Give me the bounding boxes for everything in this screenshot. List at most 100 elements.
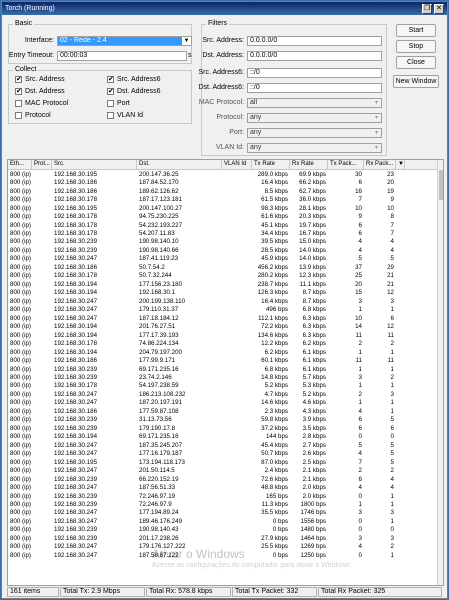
collect-dst-address-checkbox[interactable]: ✔ Dst. Address bbox=[15, 88, 65, 95]
filter-dst-address-input[interactable]: 0.0.0.0/0 bbox=[247, 51, 382, 61]
table-row[interactable]: 800 (ip) 192.168.30.247 189.46.176.249 0 bp… bbox=[8, 517, 439, 525]
table-row[interactable]: 800 (ip) 192.168.30.178 54.207.11.83 34.4 k… bbox=[8, 229, 439, 237]
table-row[interactable]: 800 (ip) 192.168.30.195 173.194.118.173 87.… bbox=[8, 458, 439, 466]
table-row[interactable]: 800 (ip) 192.168.30.247 187.41.119.23 45.9 … bbox=[8, 255, 439, 263]
table-row[interactable]: 800 (ip) 192.168.30.194 177.17.39.193 134.6… bbox=[8, 331, 439, 339]
col-src[interactable]: Src. bbox=[52, 160, 137, 170]
table-row[interactable]: 800 (ip) 192.168.30.178 54.232.193.227 45.1… bbox=[8, 221, 439, 229]
table-row[interactable]: 800 (ip) 192.168.30.178 187.17.123.181 61.5… bbox=[8, 195, 439, 203]
column-menu-icon[interactable]: ▼ bbox=[396, 160, 405, 170]
scrollbar-thumb[interactable] bbox=[439, 170, 443, 200]
start-button[interactable]: Start bbox=[396, 24, 436, 37]
dropdown-arrow-icon[interactable]: ▾ bbox=[372, 99, 381, 107]
table-row[interactable]: 800 (ip) 192.168.30.186 50.7.54.2 456.2 kbp… bbox=[8, 263, 439, 271]
cell-rx-rate: 6.2 kbps bbox=[302, 340, 326, 348]
cell-dst: 69.171.235.16 bbox=[139, 365, 179, 373]
collect-src-address-checkbox[interactable]: ✔ Src. Address bbox=[15, 76, 65, 83]
cell-tx-packets: 3 bbox=[358, 373, 362, 381]
table-row[interactable]: 800 (ip) 192.168.30.247 187.56.51.33 48.8 k… bbox=[8, 483, 439, 491]
interface-select[interactable]: 02 - Rede - 2.4 ▼ bbox=[57, 36, 192, 46]
table-row[interactable]: 800 (ip) 192.168.30.178 74.86.224.134 12.2 … bbox=[8, 339, 439, 347]
filter-protocol-select[interactable]: any ▾ bbox=[247, 113, 382, 123]
table-row[interactable]: 800 (ip) 192.168.30.239 201.17.238.26 27.9 … bbox=[8, 534, 439, 542]
table-row[interactable]: 800 (ip) 192.168.30.186 189.62.126.62 8.5 k… bbox=[8, 187, 439, 195]
col-protocol[interactable]: Prot... bbox=[32, 160, 52, 170]
table-row[interactable]: 800 (ip) 192.168.30.239 66.220.152.19 72.6 … bbox=[8, 475, 439, 483]
close-button[interactable]: Close bbox=[396, 56, 436, 69]
collect-port-checkbox[interactable]: Port bbox=[107, 100, 130, 107]
table-row[interactable]: 800 (ip) 192.168.30.247 187.18.184.12 112.1… bbox=[8, 314, 439, 322]
dropdown-arrow-icon[interactable]: ▾ bbox=[372, 144, 381, 152]
table-row[interactable]: 800 (ip) 192.168.30.247 187.35.245.207 45.4… bbox=[8, 441, 439, 449]
table-row[interactable]: 800 (ip) 192.168.30.239 23.74.2.146 14.8 kb… bbox=[8, 373, 439, 381]
table-row[interactable]: 800 (ip) 192.168.30.178 54.197.238.59 5.2 k… bbox=[8, 382, 439, 390]
table-row[interactable]: 800 (ip) 192.168.30.178 94.75.230.225 61.6 … bbox=[8, 212, 439, 220]
col-vlan-id[interactable]: VLAN Id bbox=[222, 160, 252, 170]
filter-mac-protocol-select[interactable]: all ▾ bbox=[247, 98, 382, 108]
filter-src-address-input[interactable]: 0.0.0.0/0 bbox=[247, 36, 382, 46]
table-row[interactable]: 800 (ip) 192.168.30.194 192.168.30.1 126.3 … bbox=[8, 289, 439, 297]
restore-icon[interactable]: ❐ bbox=[422, 3, 432, 14]
table-row[interactable]: 800 (ip) 192.168.30.194 204.79.197.200 6.2 … bbox=[8, 348, 439, 356]
cell-eth: 800 (ip) bbox=[10, 551, 31, 559]
col-tx-packets[interactable]: Tx Pack... bbox=[328, 160, 364, 170]
table-row[interactable]: 800 (ip) 192.168.30.247 186.213.108.232 4.7… bbox=[8, 390, 439, 398]
col-dst[interactable]: Dst. bbox=[137, 160, 222, 170]
collect-vlan-id-checkbox[interactable]: VLAN Id bbox=[107, 112, 143, 119]
collect-dst-address6-checkbox[interactable]: ✔ Dst. Address6 bbox=[107, 88, 161, 95]
cell-rx-rate: 6.3 kbps bbox=[302, 323, 326, 331]
close-icon[interactable]: ✕ bbox=[434, 3, 444, 14]
table-row[interactable]: 800 (ip) 192.168.30.194 201.76.27.51 72.2 k… bbox=[8, 322, 439, 330]
filter-dst-address6-input[interactable]: ::/0 bbox=[247, 83, 382, 93]
table-row[interactable]: 800 (ip) 192.168.30.239 31.13.73.56 59.8 kb… bbox=[8, 416, 439, 424]
table-row[interactable]: 800 (ip) 192.168.30.247 201.50.114.5 2.4 kb… bbox=[8, 466, 439, 474]
col-rx-packets[interactable]: Rx Pack... bbox=[364, 160, 396, 170]
table-row[interactable]: 800 (ip) 192.168.30.239 190.98.140.10 39.5 … bbox=[8, 238, 439, 246]
table-row[interactable]: 800 (ip) 192.168.30.247 177.194.89.24 35.5 … bbox=[8, 509, 439, 517]
table-row[interactable]: 800 (ip) 192.168.30.186 177.59.87.108 2.3 k… bbox=[8, 407, 439, 415]
dropdown-arrow-icon[interactable]: ▼ bbox=[182, 37, 191, 45]
table-row[interactable]: 800 (ip) 192.168.30.247 179.110.31.37 496 b… bbox=[8, 306, 439, 314]
cell-rx-rate: 6.1 kbps bbox=[302, 365, 326, 373]
cell-tx-packets: 4 bbox=[358, 484, 362, 492]
filter-port-select[interactable]: any ▾ bbox=[247, 128, 382, 138]
cell-tx-rate: 6.2 kbps bbox=[264, 348, 288, 356]
new-window-button[interactable]: New Window bbox=[393, 75, 439, 88]
collect-protocol-checkbox[interactable]: Protocol bbox=[15, 112, 51, 119]
cell-dst: 189.46.176.249 bbox=[139, 517, 183, 525]
cell-tx-rate: 61.5 kbps bbox=[261, 196, 288, 204]
table-row[interactable]: 800 (ip) 192.168.30.195 200.147.100.27 98.3… bbox=[8, 204, 439, 212]
stop-button[interactable]: Stop bbox=[396, 40, 436, 53]
filter-src-address6-input[interactable]: ::/0 bbox=[247, 68, 382, 78]
table-row[interactable]: 800 (ip) 192.168.30.186 177.99.9.171 60.1 k… bbox=[8, 356, 439, 364]
cell-tx-rate: 60.1 kbps bbox=[261, 357, 288, 365]
dropdown-arrow-icon[interactable]: ▾ bbox=[372, 114, 381, 122]
collect-mac-protocol-checkbox[interactable]: MAC Protocol bbox=[15, 100, 68, 107]
cell-rx-rate: 13.9 kbps bbox=[299, 263, 326, 271]
table-row[interactable]: 800 (ip) 192.168.30.195 200.147.36.25 289.0… bbox=[8, 170, 439, 178]
cell-rx-packets: 7 bbox=[390, 221, 394, 229]
table-row[interactable]: 800 (ip) 192.168.30.239 190.98.140.43 0 bps… bbox=[8, 526, 439, 534]
table-row[interactable]: 800 (ip) 192.168.30.178 50.7.32.244 280.2 k… bbox=[8, 272, 439, 280]
col-tx-rate[interactable]: Tx Rate bbox=[252, 160, 290, 170]
table-row[interactable]: 800 (ip) 192.168.30.247 200.199.138.110 16.… bbox=[8, 297, 439, 305]
table-row[interactable]: 800 (ip) 192.168.30.239 72.246.97.19 165 bp… bbox=[8, 492, 439, 500]
col-rx-rate[interactable]: Rx Rate bbox=[290, 160, 328, 170]
table-row[interactable]: 800 (ip) 192.168.30.239 179.190.17.8 37.2 k… bbox=[8, 424, 439, 432]
table-row[interactable]: 800 (ip) 192.168.30.186 187.84.52.170 16.4 … bbox=[8, 178, 439, 186]
title-bar[interactable]: Torch (Running) ❐ ✕ bbox=[2, 2, 447, 15]
table-row[interactable]: 800 (ip) 192.168.30.194 177.156.23.180 238.… bbox=[8, 280, 439, 288]
col-eth[interactable]: Eth... bbox=[8, 160, 32, 170]
entry-timeout-input[interactable]: 00:00:03 bbox=[57, 51, 187, 61]
filter-vlan-id-select[interactable]: any ▾ bbox=[247, 143, 382, 153]
table-row[interactable]: 800 (ip) 192.168.30.239 69.171.235.16 6.8 k… bbox=[8, 365, 439, 373]
table-row[interactable]: 800 (ip) 192.168.30.247 187.20.197.191 14.6… bbox=[8, 399, 439, 407]
vertical-scrollbar[interactable] bbox=[437, 160, 443, 585]
cell-eth: 800 (ip) bbox=[10, 492, 31, 500]
table-row[interactable]: 800 (ip) 192.168.30.239 72.246.97.9 11.3 kb… bbox=[8, 500, 439, 508]
table-row[interactable]: 800 (ip) 192.168.30.247 177.16.179.187 50.7… bbox=[8, 449, 439, 457]
collect-src-address6-checkbox[interactable]: ✔ Src. Address6 bbox=[107, 76, 161, 83]
table-row[interactable]: 800 (ip) 192.168.30.239 190.98.140.66 28.5 … bbox=[8, 246, 439, 254]
table-row[interactable]: 800 (ip) 192.168.30.194 69.171.235.16 144 b… bbox=[8, 433, 439, 441]
dropdown-arrow-icon[interactable]: ▾ bbox=[372, 129, 381, 137]
